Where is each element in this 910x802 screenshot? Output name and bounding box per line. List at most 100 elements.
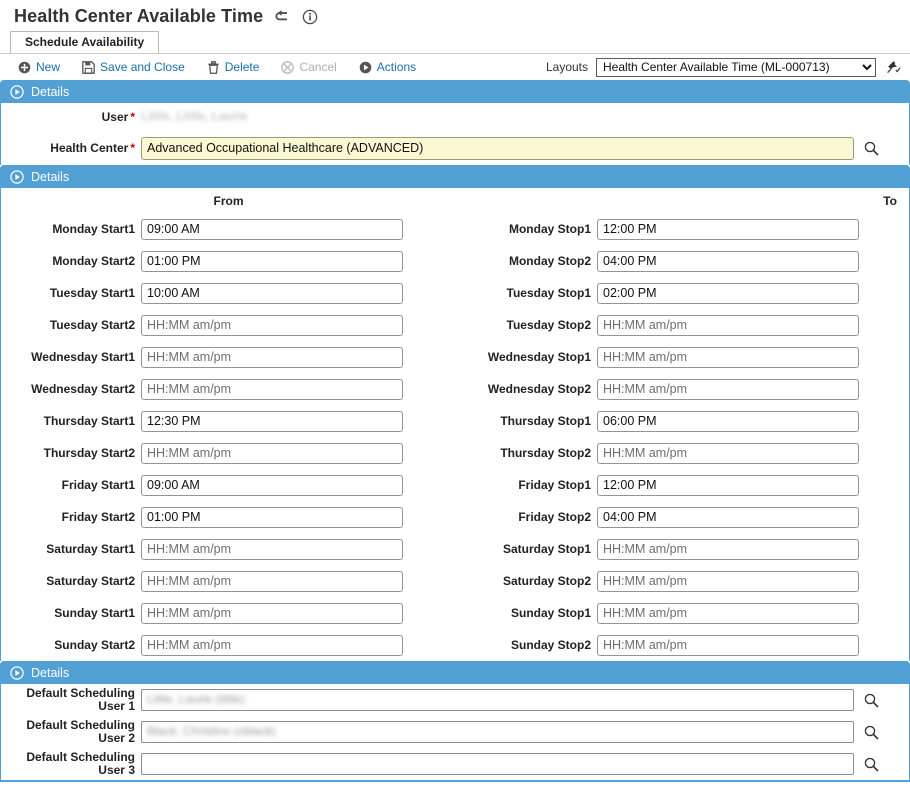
layouts-select[interactable]: Health Center Available Time (ML-000713) — [596, 58, 876, 77]
expand-collapse-icon[interactable] — [10, 170, 24, 184]
pin-icon[interactable] — [884, 58, 902, 76]
default-scheduling-user-field-wrap — [141, 753, 854, 775]
default-scheduling-user-search-icon[interactable] — [863, 692, 880, 709]
label-line-2: User 1 — [1, 700, 135, 713]
default-scheduling-user-search-icon[interactable] — [863, 756, 880, 773]
stop-input[interactable] — [597, 219, 859, 240]
time-row: Thursday Start2Thursday Stop2 — [1, 437, 909, 469]
stop-input[interactable] — [597, 283, 859, 304]
delete-button-label: Delete — [225, 60, 260, 74]
start-input[interactable] — [141, 443, 403, 464]
time-col-start: Tuesday Start2 — [1, 315, 455, 336]
layouts-label: Layouts — [546, 60, 588, 74]
section-details-2-body: From To Monday Start1Monday Stop1Monday … — [0, 188, 910, 661]
stop-input[interactable] — [597, 251, 859, 272]
time-col-stop: Friday Stop1 — [455, 475, 909, 496]
stop-label: Wednesday Stop1 — [455, 350, 597, 364]
time-row: Friday Start2Friday Stop2 — [1, 501, 909, 533]
cancel-circle-icon — [281, 61, 294, 74]
stop-input[interactable] — [597, 443, 859, 464]
time-row: Monday Start1Monday Stop1 — [1, 213, 909, 245]
start-label: Thursday Start1 — [1, 414, 141, 428]
time-col-stop: Saturday Stop2 — [455, 571, 909, 592]
default-scheduling-user-label: Default SchedulingUser 2 — [1, 719, 141, 745]
stop-input[interactable] — [597, 347, 859, 368]
field-row-user: User* Little, Little, Laurie — [1, 103, 909, 131]
new-button[interactable]: New — [18, 60, 60, 74]
start-input[interactable] — [141, 507, 403, 528]
actions-button[interactable]: Actions — [359, 60, 416, 74]
section-details-1-body: User* Little, Little, Laurie Health Cent… — [0, 103, 910, 165]
to-column-label: To — [456, 194, 909, 208]
default-scheduling-user-field-wrap: Little, Laurie (little) — [141, 689, 854, 711]
stop-input[interactable] — [597, 507, 859, 528]
stop-label: Monday Stop1 — [455, 222, 597, 236]
stop-input[interactable] — [597, 539, 859, 560]
required-marker: * — [128, 110, 135, 124]
start-input[interactable] — [141, 347, 403, 368]
stop-input[interactable] — [597, 603, 859, 624]
start-input[interactable] — [141, 283, 403, 304]
required-marker: * — [128, 141, 135, 155]
save-and-close-button[interactable]: Save and Close — [82, 60, 185, 74]
start-input[interactable] — [141, 251, 403, 272]
section-details-2-header[interactable]: Details — [0, 165, 910, 188]
start-label: Sunday Start1 — [1, 606, 141, 620]
section-details-3-body: Default SchedulingUser 1Little, Laurie (… — [0, 684, 910, 782]
stop-input[interactable] — [597, 475, 859, 496]
expand-collapse-icon[interactable] — [10, 85, 24, 99]
delete-button[interactable]: Delete — [207, 60, 260, 74]
start-label: Friday Start2 — [1, 510, 141, 524]
time-row: Wednesday Start1Wednesday Stop1 — [1, 341, 909, 373]
from-to-header-row: From To — [1, 188, 909, 213]
default-scheduling-user-input[interactable] — [141, 753, 854, 775]
section-details-1: Details User* Little, Little, Laurie Hea… — [0, 80, 910, 165]
toolbar-right-group: Layouts Health Center Available Time (ML… — [546, 58, 910, 77]
stop-input[interactable] — [597, 411, 859, 432]
default-scheduling-user-input[interactable] — [141, 689, 854, 711]
stop-input[interactable] — [597, 635, 859, 656]
time-col-stop: Tuesday Stop1 — [455, 283, 909, 304]
time-row: Monday Start2Monday Stop2 — [1, 245, 909, 277]
label-line-2: User 2 — [1, 732, 135, 745]
default-scheduling-user-search-icon[interactable] — [863, 724, 880, 741]
health-center-search-icon[interactable] — [863, 140, 880, 157]
time-col-stop: Thursday Stop2 — [455, 443, 909, 464]
start-label: Tuesday Start2 — [1, 318, 141, 332]
section-details-3-header[interactable]: Details — [0, 661, 910, 684]
tab-label: Schedule Availability — [25, 35, 144, 49]
time-row: Sunday Start1 Sunday Stop1 — [1, 597, 909, 629]
default-scheduling-user-value-redacted: Black, Christine (cblack) — [147, 724, 276, 738]
stop-label: Thursday Stop1 — [455, 414, 597, 428]
start-label: Saturday Start2 — [1, 574, 141, 588]
start-input[interactable] — [141, 379, 403, 400]
stop-input[interactable] — [597, 379, 859, 400]
start-input[interactable] — [141, 635, 403, 656]
stop-label: Tuesday Stop2 — [455, 318, 597, 332]
stop-input[interactable] — [597, 571, 859, 592]
stop-label: Tuesday Stop1 — [455, 286, 597, 300]
start-input[interactable] — [141, 475, 403, 496]
expand-collapse-icon[interactable] — [10, 666, 24, 680]
start-input[interactable] — [141, 539, 403, 560]
start-label: Wednesday Start2 — [1, 382, 141, 396]
start-input[interactable] — [141, 411, 403, 432]
stop-label: Sunday Stop1 — [455, 606, 597, 620]
return-arrow-icon[interactable] — [273, 8, 291, 26]
health-center-input[interactable] — [141, 137, 854, 160]
time-row: Thursday Start1 Thursday Stop1 — [1, 405, 909, 437]
field-row-health-center: Health Center* — [1, 131, 909, 165]
tab-schedule-availability[interactable]: Schedule Availability — [10, 31, 159, 53]
start-input[interactable] — [141, 603, 403, 624]
default-scheduling-user-row: Default SchedulingUser 3 — [1, 748, 909, 780]
health-center-label: Health Center* — [1, 141, 141, 155]
toolbar: New Save and Close Delete — [0, 53, 910, 80]
start-input[interactable] — [141, 315, 403, 336]
section-details-1-header[interactable]: Details — [0, 80, 910, 103]
time-col-start: Friday Start2 — [1, 507, 455, 528]
stop-input[interactable] — [597, 315, 859, 336]
label-line-2: User 3 — [1, 764, 135, 777]
start-input[interactable] — [141, 571, 403, 592]
start-input[interactable] — [141, 219, 403, 240]
info-icon[interactable] — [301, 8, 319, 26]
